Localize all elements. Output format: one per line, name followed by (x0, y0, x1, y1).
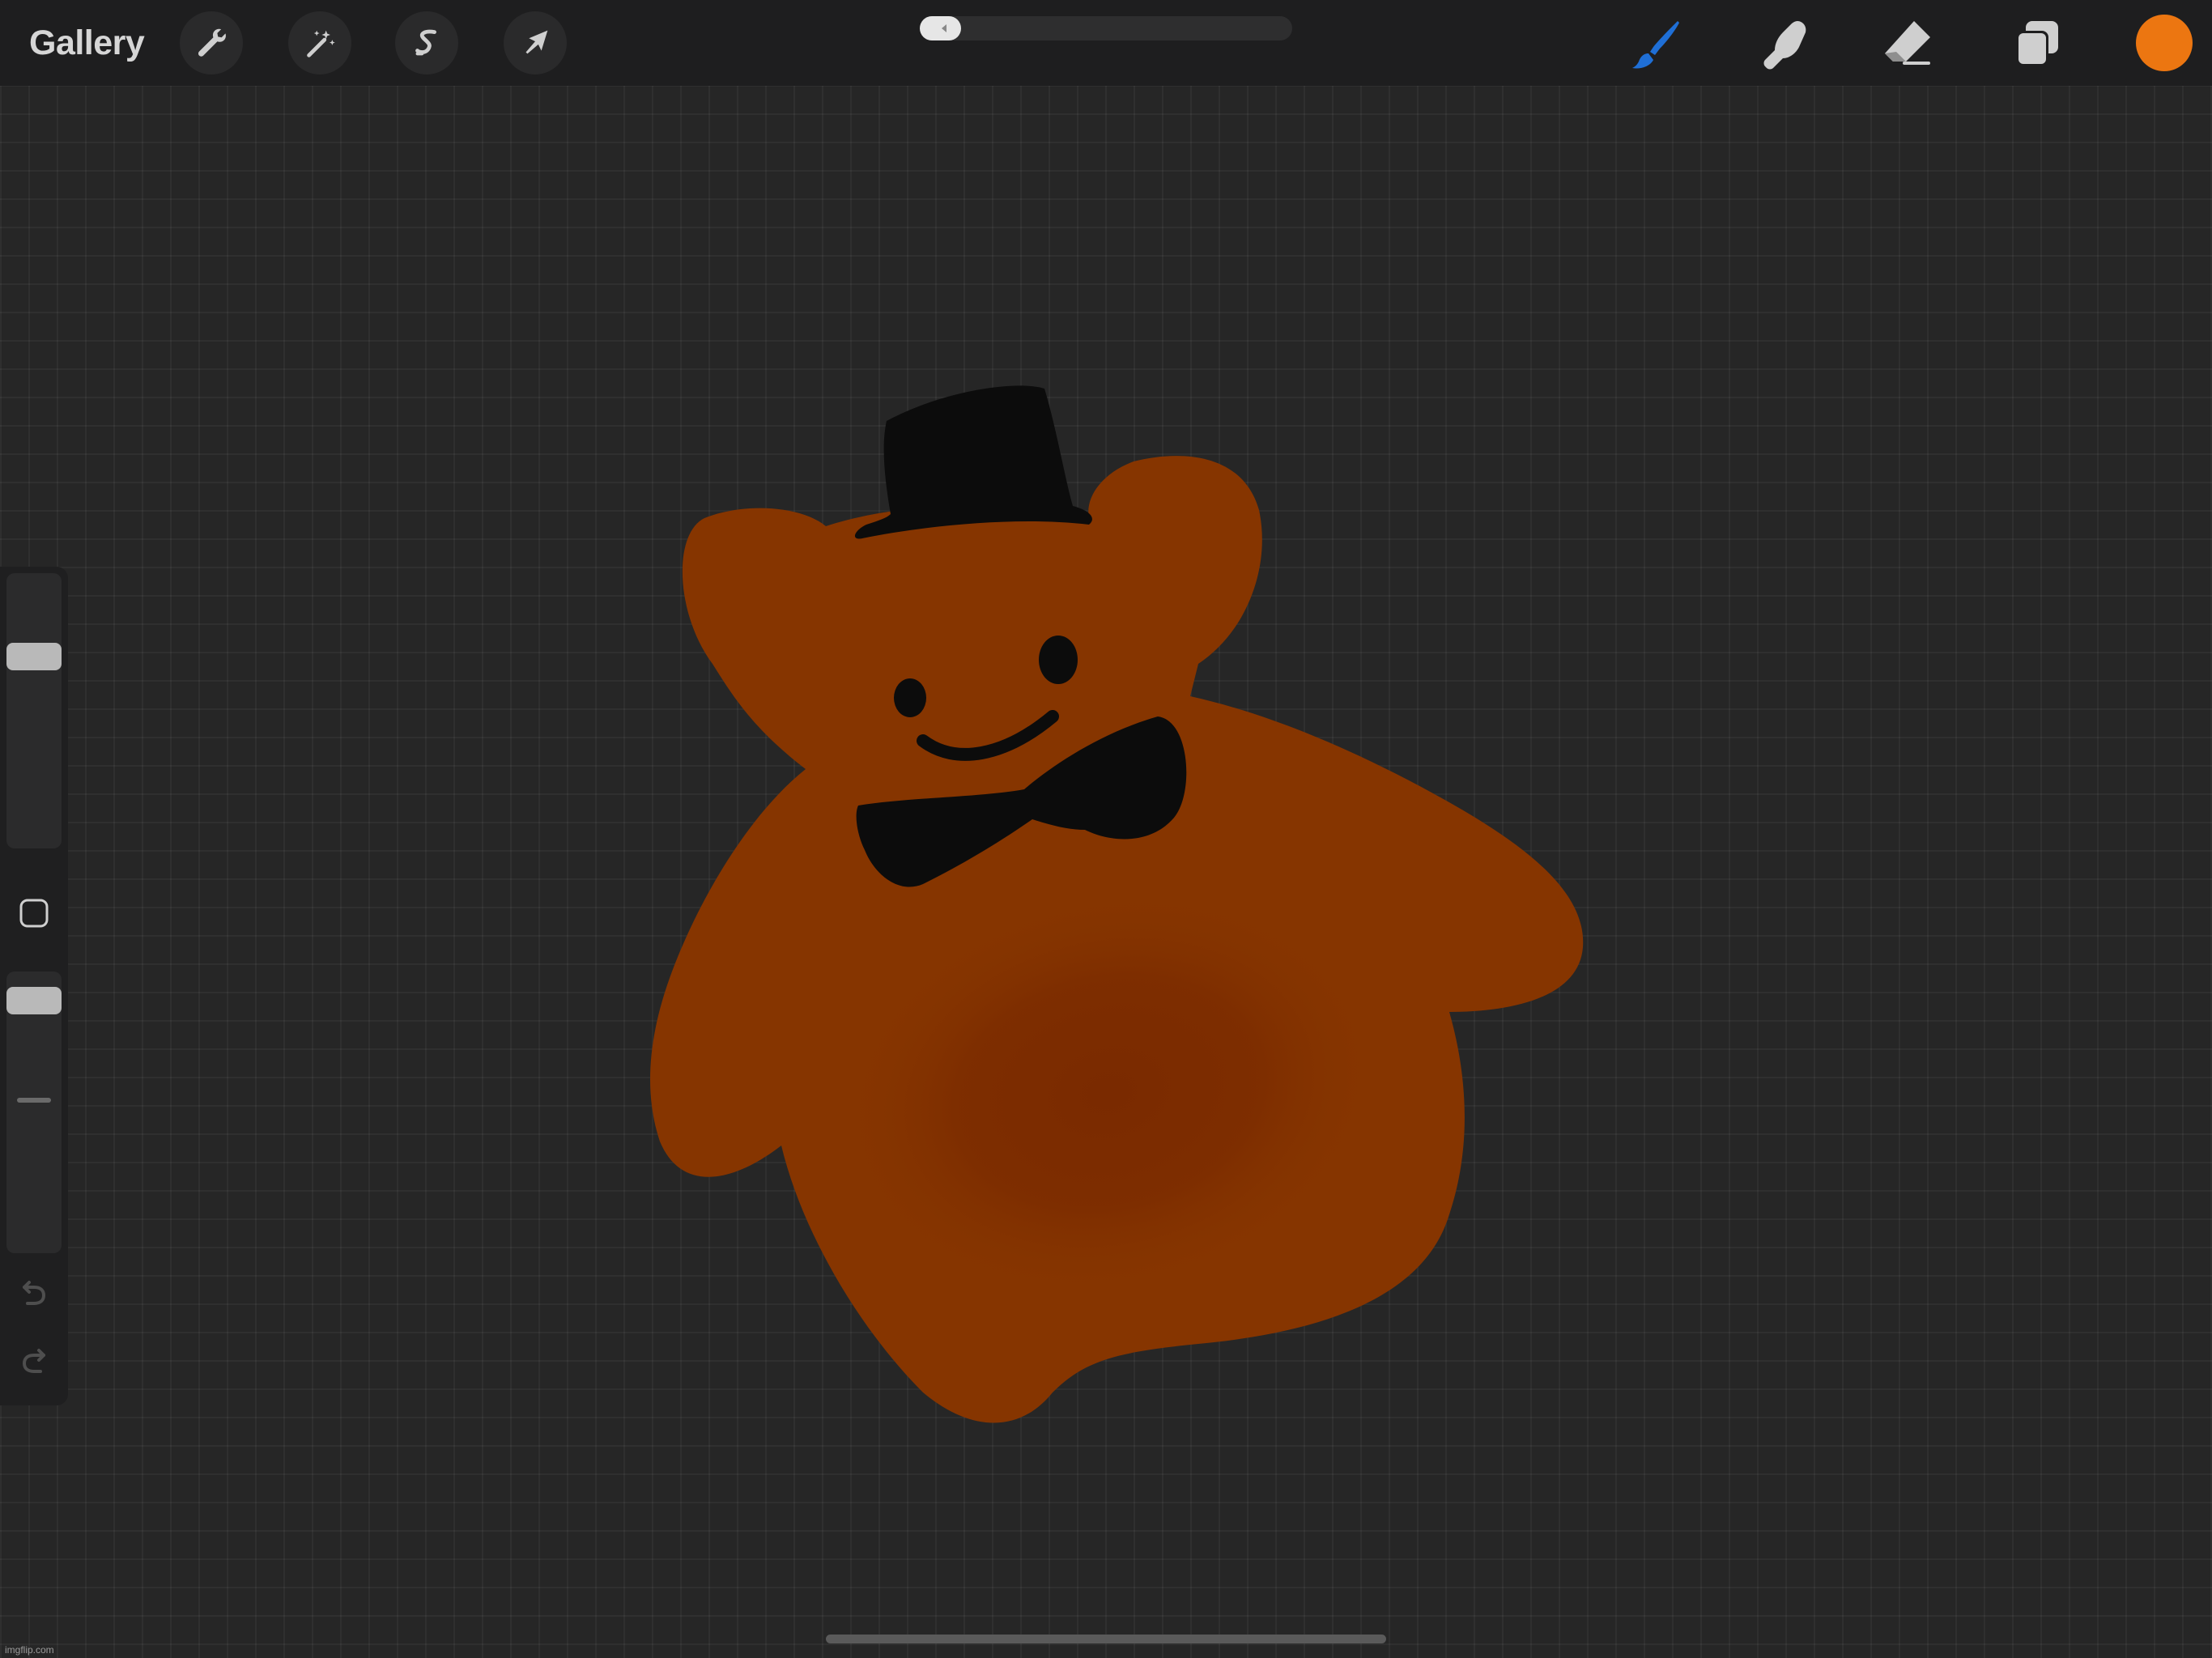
collapse-arrow-icon (941, 24, 946, 32)
arrow-cursor-icon (525, 30, 548, 54)
undo-arrow-icon[interactable] (16, 1276, 52, 1312)
selection-s-icon (415, 29, 436, 56)
drawing-canvas[interactable] (0, 0, 2212, 1658)
eraser-tool-button[interactable] (1875, 11, 1940, 76)
brush-size-thumb[interactable] (6, 643, 62, 670)
color-picker-swatch[interactable] (2136, 15, 2193, 71)
recording-progress-bar[interactable] (920, 16, 1292, 40)
bear-right-eye (1039, 636, 1078, 684)
brush-tool-button[interactable] (1624, 11, 1689, 76)
bear-left-eye (894, 678, 926, 717)
gallery-button[interactable]: Gallery (29, 18, 145, 68)
transform-button[interactable] (504, 11, 567, 74)
layers-icon (2016, 21, 2058, 66)
progress-handle[interactable] (920, 16, 961, 40)
modify-square-icon[interactable] (18, 897, 50, 929)
top-toolbar: Gallery (0, 0, 2212, 86)
left-sidebar (0, 567, 68, 1405)
adjustments-button[interactable] (288, 11, 351, 74)
wrench-icon (198, 28, 226, 57)
layers-button[interactable] (2005, 11, 2069, 76)
brush-opacity-slider[interactable] (6, 971, 62, 1253)
artwork-bear-drawing (650, 385, 1584, 1423)
smudge-finger-icon (1763, 21, 1806, 70)
watermark-text: imgflip.com (5, 1644, 54, 1656)
brush-opacity-thumb[interactable] (6, 987, 62, 1014)
brush-icon (1632, 21, 1679, 69)
redo-arrow-icon[interactable] (16, 1344, 52, 1380)
selection-button[interactable] (395, 11, 458, 74)
opacity-marker (17, 1098, 51, 1103)
eraser-icon (1885, 21, 1930, 65)
brush-size-slider[interactable] (6, 573, 62, 848)
magic-wand-icon (307, 30, 335, 57)
actions-button[interactable] (180, 11, 243, 74)
home-indicator[interactable] (826, 1635, 1386, 1643)
top-hat (854, 385, 1092, 539)
smudge-tool-button[interactable] (1752, 11, 1817, 76)
